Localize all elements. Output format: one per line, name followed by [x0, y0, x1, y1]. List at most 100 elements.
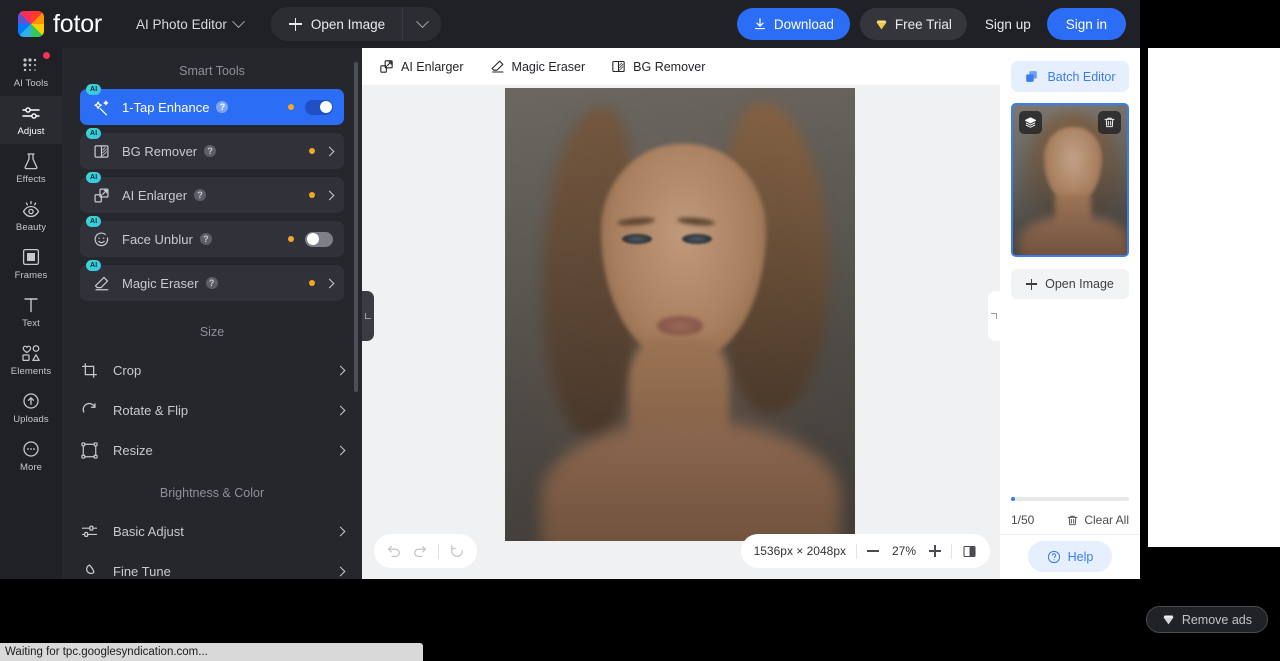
- redo-icon[interactable]: [412, 543, 428, 559]
- pro-dot-indicator: [309, 192, 315, 198]
- remove-ads-button[interactable]: Remove ads: [1146, 606, 1268, 633]
- batch-count: 1/50: [1011, 513, 1034, 527]
- magic-wand-icon: [92, 98, 111, 117]
- canvas-tool-label: AI Enlarger: [401, 60, 464, 74]
- enhance-toggle[interactable]: [305, 100, 333, 115]
- resize-icon: [80, 441, 99, 460]
- sliders-icon: [21, 103, 41, 123]
- free-trial-button[interactable]: Free Trial: [860, 8, 967, 40]
- divider: [1000, 534, 1140, 535]
- tool-row-resize[interactable]: Resize: [80, 430, 344, 470]
- remove-ads-label: Remove ads: [1182, 613, 1252, 627]
- tool-row-basic-adjust[interactable]: Basic Adjust: [80, 511, 344, 551]
- batch-thumbnail[interactable]: [1011, 103, 1129, 257]
- shapes-icon: [21, 343, 41, 363]
- tool-label: Resize: [113, 443, 153, 458]
- trash-icon: [1066, 514, 1079, 527]
- tool-row-face-unblur[interactable]: AI Face Unblur ?: [80, 221, 344, 257]
- app-switcher[interactable]: AI Photo Editor: [136, 17, 243, 32]
- batch-progress-fill: [1011, 497, 1015, 501]
- panel-scrollbar[interactable]: [354, 62, 358, 392]
- ai-badge: AI: [86, 84, 101, 95]
- clear-all-label: Clear All: [1084, 513, 1129, 527]
- sidebar-item-elements[interactable]: Elements: [0, 336, 62, 384]
- sidebar-item-ai-tools[interactable]: AI Tools: [0, 48, 62, 96]
- pro-dot-indicator: [288, 104, 294, 110]
- canvas-toolbar: AI Enlarger Magic Eraser BG Remover: [362, 48, 1000, 85]
- sidebar-item-beauty[interactable]: Beauty: [0, 192, 62, 240]
- compare-split-icon[interactable]: [962, 544, 977, 559]
- open-image-dropdown-button[interactable]: [403, 7, 441, 41]
- collapse-left-panel-button[interactable]: [362, 291, 374, 341]
- tool-row-ai-enlarger[interactable]: AI AI Enlarger ?: [80, 177, 344, 213]
- sign-up-button[interactable]: Sign up: [985, 17, 1031, 32]
- plus-icon: [1026, 279, 1037, 290]
- tool-row-rotate-flip[interactable]: Rotate & Flip: [80, 390, 344, 430]
- open-image-label: Open Image: [1045, 277, 1114, 291]
- help-tooltip-icon[interactable]: ?: [194, 189, 206, 201]
- help-tooltip-icon[interactable]: ?: [216, 101, 228, 113]
- help-label: Help: [1068, 550, 1094, 564]
- tool-row-1-tap-enhance[interactable]: AI 1-Tap Enhance ?: [80, 89, 344, 125]
- top-header: fotor AI Photo Editor Open Image Downloa…: [0, 0, 1140, 48]
- help-tooltip-icon[interactable]: ?: [204, 145, 216, 157]
- zoom-level: 27%: [889, 544, 919, 558]
- thumbnail-layers-button[interactable]: [1019, 111, 1042, 134]
- crop-icon: [80, 361, 99, 380]
- zoom-controls: 1536px × 2048px 27%: [741, 534, 990, 568]
- reset-history-icon[interactable]: [449, 543, 465, 559]
- more-dots-circle-icon: [22, 439, 40, 459]
- undo-icon[interactable]: [386, 543, 402, 559]
- sidebar-item-adjust[interactable]: Adjust: [0, 96, 62, 144]
- batch-editor-button[interactable]: Batch Editor: [1011, 61, 1129, 92]
- batch-layers-icon: [1024, 69, 1039, 84]
- face-unblur-toggle[interactable]: [305, 232, 333, 247]
- canvas-tool-ai-enlarger[interactable]: AI Enlarger: [379, 59, 464, 74]
- portrait-photo[interactable]: [505, 88, 855, 541]
- sidebar-label: Effects: [16, 174, 46, 185]
- chevron-right-icon: [991, 313, 997, 319]
- section-title-size: Size: [62, 309, 362, 350]
- download-button[interactable]: Download: [737, 8, 850, 40]
- brand-logo[interactable]: fotor: [18, 11, 102, 37]
- zoom-in-button[interactable]: [929, 545, 941, 557]
- sidebar-item-frames[interactable]: Frames: [0, 240, 62, 288]
- clear-all-button[interactable]: Clear All: [1066, 513, 1129, 527]
- open-image-button[interactable]: Open Image: [271, 7, 403, 41]
- plus-icon: [289, 18, 302, 31]
- editor-canvas-area: AI Enlarger Magic Eraser BG Remover: [362, 48, 1000, 579]
- browser-status-bar: Waiting for tpc.googlesyndication.com...: [0, 643, 423, 661]
- sign-in-button[interactable]: Sign in: [1047, 8, 1126, 40]
- enlarge-icon: [379, 59, 394, 74]
- help-button[interactable]: Help: [1028, 541, 1112, 572]
- canvas-tool-magic-eraser[interactable]: Magic Eraser: [490, 59, 586, 74]
- canvas-tool-label: BG Remover: [633, 60, 705, 74]
- thumbnail-delete-button[interactable]: [1098, 111, 1121, 134]
- tool-row-crop[interactable]: Crop: [80, 350, 344, 390]
- sidebar-item-uploads[interactable]: Uploads: [0, 384, 62, 432]
- sidebar-item-text[interactable]: Text: [0, 288, 62, 336]
- sidebar-label: Elements: [11, 366, 51, 377]
- batch-editor-label: Batch Editor: [1047, 70, 1115, 84]
- sidebar-item-effects[interactable]: Effects: [0, 144, 62, 192]
- ai-badge: AI: [86, 172, 101, 183]
- help-tooltip-icon[interactable]: ?: [200, 233, 212, 245]
- help-tooltip-icon[interactable]: ?: [206, 277, 218, 289]
- chevron-right-icon: [336, 526, 346, 536]
- ai-badge: AI: [86, 216, 101, 227]
- open-image-button-panel[interactable]: Open Image: [1011, 269, 1129, 299]
- tool-row-magic-eraser[interactable]: AI Magic Eraser ?: [80, 265, 344, 301]
- sidebar-label: Adjust: [17, 126, 44, 137]
- canvas-tool-bg-remover[interactable]: BG Remover: [611, 59, 705, 74]
- tool-row-bg-remover[interactable]: AI BG Remover ?: [80, 133, 344, 169]
- chevron-left-icon: [365, 313, 371, 319]
- zoom-out-button[interactable]: [867, 550, 879, 552]
- collapse-right-panel-button[interactable]: [988, 291, 1000, 341]
- ai-badge: AI: [86, 260, 101, 271]
- sidebar-item-more[interactable]: More: [0, 432, 62, 480]
- sliders-icon: [80, 522, 99, 541]
- header-actions: Download Free Trial Sign up Sign in: [737, 8, 1140, 40]
- eraser-icon: [92, 274, 111, 293]
- tool-row-fine-tune[interactable]: Fine Tune: [80, 551, 344, 579]
- bg-remover-icon: [611, 59, 626, 74]
